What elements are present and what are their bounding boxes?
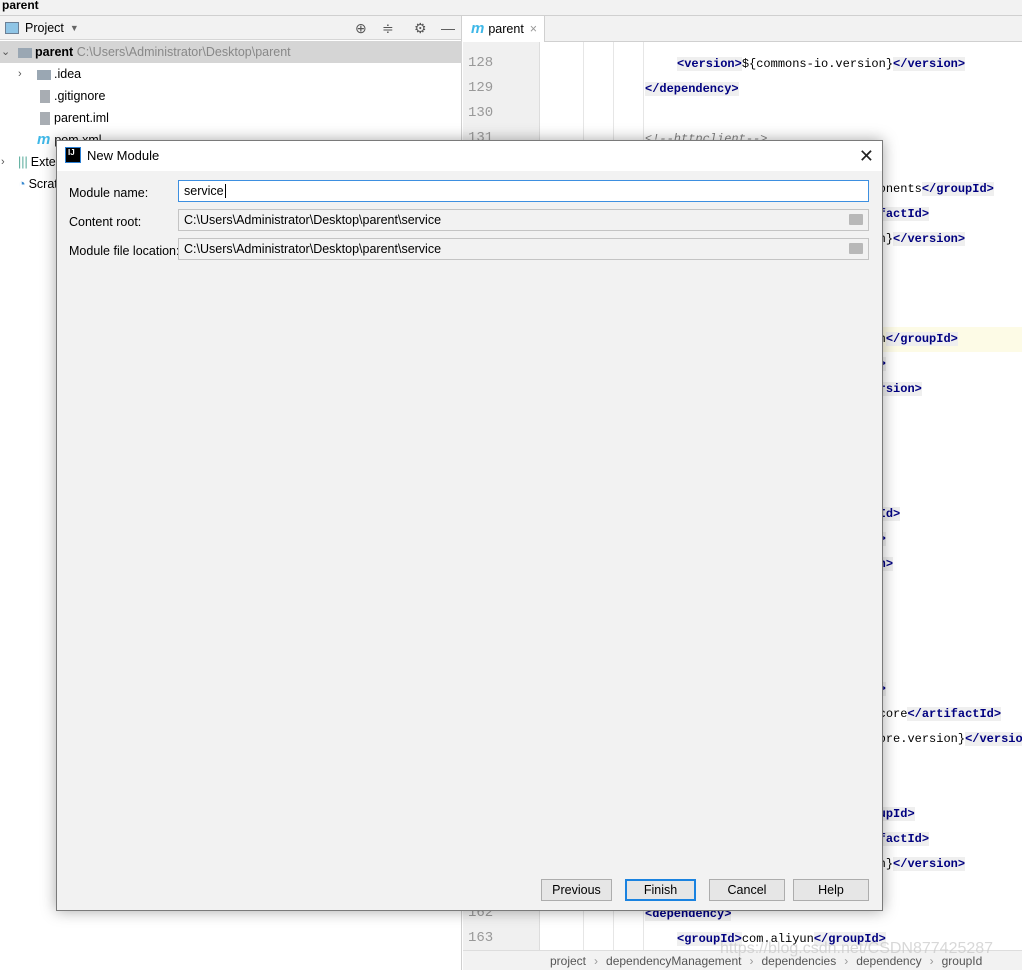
close-tab-icon[interactable]: × bbox=[530, 22, 537, 36]
xml-tag: </groupId> bbox=[921, 182, 994, 196]
project-toolbar: Project ▼ ⊕ ≑ ⚙ — bbox=[0, 16, 461, 40]
previous-button[interactable]: Previous bbox=[541, 879, 612, 901]
xml-tag: </version> bbox=[965, 732, 1022, 746]
line-number: 163 bbox=[468, 930, 494, 946]
file-location-input[interactable]: C:\Users\Administrator\Desktop\parent\se… bbox=[178, 238, 869, 260]
chevron-right-icon[interactable]: › bbox=[1, 151, 5, 173]
xml-tag: </groupId> bbox=[885, 332, 958, 346]
collapse-all-icon[interactable]: ≑ bbox=[382, 20, 394, 37]
module-folder-icon bbox=[18, 47, 32, 58]
xml-tag: </version> bbox=[893, 57, 966, 71]
xml-tag: </version> bbox=[893, 857, 966, 871]
module-name-input[interactable]: service bbox=[178, 180, 869, 202]
dialog-title: New Module bbox=[87, 148, 160, 163]
xml-tag: <version> bbox=[677, 57, 742, 71]
xml-tag: </artifactId> bbox=[907, 707, 1002, 721]
iml-file-icon bbox=[40, 112, 50, 126]
chevron-down-icon[interactable]: ⌄ bbox=[1, 41, 10, 63]
dialog-title-bar: IJ New Module ✕ bbox=[57, 141, 882, 171]
gear-icon[interactable]: ⚙ bbox=[414, 20, 427, 37]
watermark: https://blog.csdn.net/CSDN877425287 bbox=[720, 940, 994, 957]
xml-text: ${commons-io.version} bbox=[741, 57, 894, 71]
chevron-right-icon[interactable]: › bbox=[18, 63, 22, 85]
window-title: parent bbox=[0, 0, 1022, 16]
folder-browse-icon[interactable] bbox=[849, 243, 863, 254]
line-number: 128 bbox=[468, 55, 494, 71]
tree-item-gitignore[interactable]: .gitignore bbox=[0, 85, 462, 107]
help-button[interactable]: Help bbox=[793, 879, 869, 901]
chevron-down-icon[interactable]: ▼ bbox=[70, 23, 79, 33]
file-location-label: Module file location: bbox=[69, 244, 180, 258]
finish-button[interactable]: Finish bbox=[625, 879, 696, 901]
scratches-icon: ◔ bbox=[18, 177, 26, 191]
code-line: <version>${commons-io.version}</version> bbox=[677, 53, 966, 75]
tree-item-parent[interactable]: ⌄ parent C:\Users\Administrator\Desktop\… bbox=[0, 41, 462, 63]
text-file-icon bbox=[40, 90, 50, 104]
folder-icon bbox=[37, 69, 51, 80]
xml-tag: </dependency> bbox=[645, 82, 739, 96]
new-module-dialog: IJ New Module ✕ Module name: service Con… bbox=[56, 140, 883, 911]
intellij-logo-icon: IJ bbox=[65, 147, 81, 163]
project-view-selector[interactable]: Project bbox=[25, 21, 64, 35]
content-root-label: Content root: bbox=[69, 215, 142, 229]
libraries-icon: ||| bbox=[18, 155, 28, 169]
breadcrumb-item[interactable]: project bbox=[550, 954, 586, 968]
line-number: 129 bbox=[468, 80, 494, 96]
maven-icon: m bbox=[37, 131, 51, 148]
tree-item-parent-iml[interactable]: parent.iml bbox=[0, 107, 462, 129]
module-name-label: Module name: bbox=[69, 186, 149, 200]
maven-icon: m bbox=[471, 20, 485, 37]
locate-icon[interactable]: ⊕ bbox=[355, 20, 367, 37]
content-root-input[interactable]: C:\Users\Administrator\Desktop\parent\se… bbox=[178, 209, 869, 231]
tree-item-idea[interactable]: › .idea bbox=[0, 63, 462, 85]
xml-tag: </version> bbox=[893, 232, 966, 246]
editor-tabs: m parent × bbox=[463, 16, 1022, 42]
close-icon[interactable]: ✕ bbox=[859, 141, 874, 171]
code-line: </dependency> bbox=[645, 78, 739, 100]
tab-parent[interactable]: m parent × bbox=[463, 16, 545, 42]
project-view-icon bbox=[5, 21, 19, 34]
line-number: 130 bbox=[468, 105, 494, 121]
cancel-button[interactable]: Cancel bbox=[709, 879, 785, 901]
folder-browse-icon[interactable] bbox=[849, 214, 863, 225]
hide-icon[interactable]: — bbox=[441, 20, 455, 36]
